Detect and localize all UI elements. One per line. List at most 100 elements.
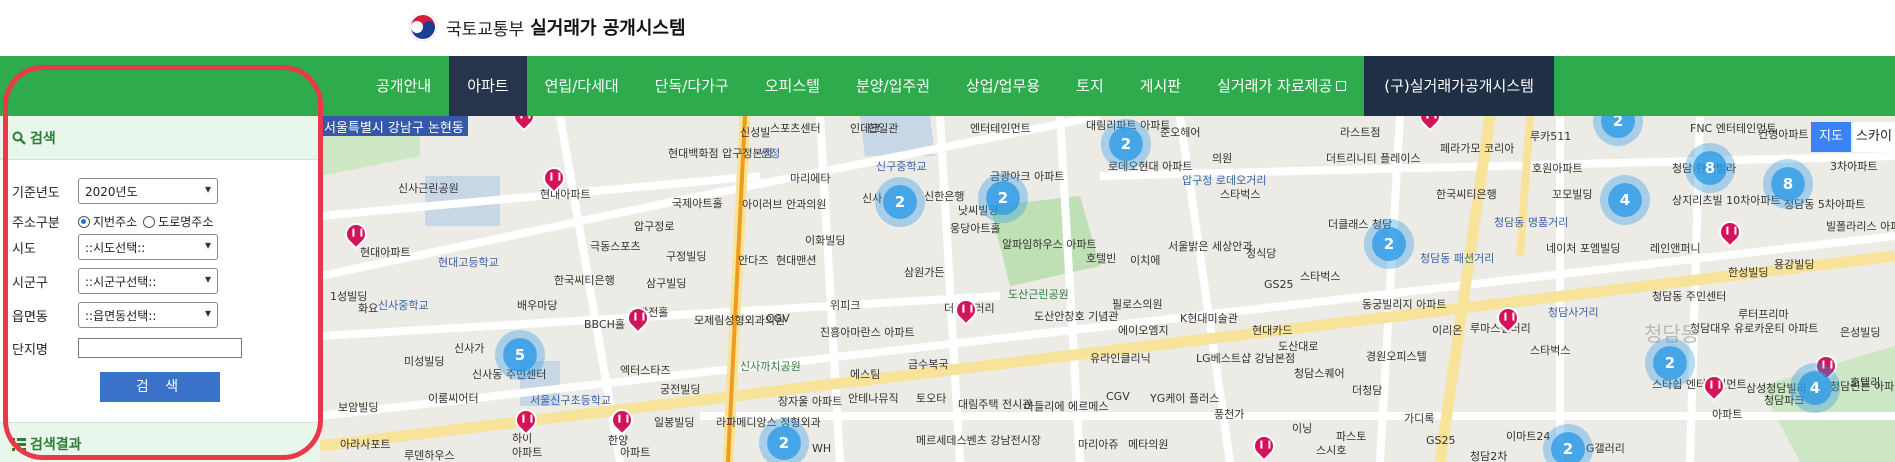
map-place-label: 스타벅스: [1530, 344, 1571, 357]
transaction-cluster[interactable]: 4: [1608, 183, 1642, 217]
map-place-label: 청담동 패션거리: [1420, 252, 1495, 265]
map-place-label: 신사: [862, 192, 883, 205]
transaction-cluster[interactable]: 2: [1372, 227, 1406, 261]
nav-item-4[interactable]: 오피스텔: [747, 56, 838, 116]
map-place-label: 루카511: [1530, 130, 1572, 143]
address-type-row: 주소구분 지번주소 도로명주소: [12, 212, 219, 231]
map-place-label: 국제아트홀: [672, 197, 723, 210]
nav-item-2[interactable]: 연립/다세대: [527, 56, 637, 116]
transaction-cluster[interactable]: 4: [1798, 371, 1832, 405]
search-panel: 검색 기준년도 2020년도 주소구분 지번주소 도로명주소 시도 ::시도선택…: [0, 116, 320, 462]
map-place-label: 청담동: [1644, 322, 1700, 346]
map-place-label: 아파트: [512, 446, 543, 459]
map-place-label: 현대아파트: [360, 246, 411, 259]
system-name: 실거래가 공개시스템: [530, 18, 686, 39]
map-place-label: 레인앤퍼니: [1650, 242, 1701, 255]
complex-label: 단지명: [12, 342, 48, 358]
map-place-label: 엔터테인먼트: [970, 122, 1031, 135]
map-place-label: 에이오엠지: [1118, 324, 1169, 337]
transaction-cluster[interactable]: 5: [503, 338, 537, 372]
road-address-label[interactable]: 도로명주소: [158, 213, 213, 230]
map-place-label: 안다즈: [738, 254, 769, 267]
map-type-map-button[interactable]: 지도: [1811, 122, 1851, 152]
map-place-label: 일봉빌딩: [654, 416, 695, 429]
map-place-label: 준오헤어: [1160, 126, 1201, 139]
map-place-label: 보암빌딩: [338, 401, 379, 414]
map-place-label: 서울밝은 세상안과: [1168, 240, 1253, 253]
transaction-cluster[interactable]: 8: [1693, 151, 1727, 185]
map-place-label: 한국씨티은행: [554, 274, 615, 287]
jibun-address-label[interactable]: 지번주소: [93, 213, 137, 230]
nav-item-label: 아파트: [467, 77, 509, 95]
sigungu-label: 시군구: [12, 275, 48, 291]
map-place-label: 신사중학교: [378, 299, 429, 312]
nav-item-10[interactable]: (구)실거래가공개시스템: [1364, 56, 1554, 116]
map-place-label: 웅당아트홀: [950, 222, 1001, 235]
sido-select[interactable]: ::시도선택::: [78, 234, 218, 260]
nav-item-6[interactable]: 상업/업무용: [948, 56, 1058, 116]
map-place-label: 청담동 주민센터: [1652, 290, 1727, 303]
nav-item-3[interactable]: 단독/다가구: [637, 56, 747, 116]
jibun-address-radio[interactable]: [78, 215, 90, 228]
map-place-label: 아파트: [1712, 408, 1743, 421]
transaction-cluster[interactable]: 2: [1551, 432, 1585, 462]
map-place-label: 현대맨션: [776, 254, 817, 267]
map-place-label: 스타벅스: [1300, 270, 1341, 283]
map-type-skyview-button[interactable]: 스카이: [1853, 122, 1895, 152]
map-place-label: 더청담: [1352, 384, 1383, 397]
main-nav-bar: 공개안내 아파트 연립/다세대 단독/다가구 오피스텔 분양/입주권 상업/업무용 토지 게시판…: [0, 56, 1895, 116]
transaction-cluster[interactable]: 2: [767, 426, 801, 460]
transaction-cluster[interactable]: 2: [883, 185, 917, 219]
map-place-label: 현대카드: [1252, 324, 1293, 337]
map-place-label: 상지리츠빌 10차아파트: [1672, 194, 1781, 207]
map-place-label: 정식당: [1246, 247, 1277, 260]
complex-row: 단지명: [12, 338, 242, 358]
map-place-label: 이치에: [1130, 254, 1161, 267]
nav-item-5[interactable]: 분양/입주권: [838, 56, 948, 116]
map-place-label: 삼구빌딩: [646, 277, 687, 290]
map-place-label: 빌폴라리스 아파트: [1826, 220, 1895, 233]
transaction-cluster[interactable]: 8: [1771, 167, 1805, 201]
transaction-cluster[interactable]: 2: [1653, 346, 1687, 380]
nav-item-1[interactable]: 아파트: [449, 56, 527, 116]
map-place-label: 진흥아마란스 아파트: [820, 326, 915, 339]
map-place-label: 청담대우 유로카운티 아파트: [1690, 322, 1819, 335]
transaction-cluster[interactable]: 2: [986, 181, 1020, 215]
nav-item-label: 오피스텔: [764, 77, 820, 95]
transaction-cluster[interactable]: 2: [1109, 127, 1143, 161]
site-logo[interactable]: 국토교통부 실거래가 공개시스템: [408, 11, 686, 43]
map-place-label: 선정: [760, 147, 781, 160]
sigungu-select[interactable]: ::시군구선택::: [78, 268, 218, 294]
year-select[interactable]: 2020년도: [78, 178, 218, 204]
map-place-label: 가디록: [1404, 412, 1435, 425]
nav-item-9[interactable]: 실거래가 자료제공: [1199, 56, 1364, 116]
search-title: 검색: [12, 128, 56, 148]
search-button[interactable]: 검 색: [100, 372, 220, 402]
nav-item-label: (구)실거래가공개시스템: [1384, 77, 1534, 95]
nav-item-7[interactable]: 토지: [1058, 56, 1122, 116]
map-place-label: 서울신구초등학교: [530, 394, 611, 407]
map-place-label: 인데크: [850, 122, 881, 135]
map-place-label: 도산근린공원: [1008, 288, 1069, 301]
map-place-label: 극동스포츠: [590, 240, 641, 253]
complex-name-input[interactable]: [78, 338, 242, 358]
map-place-label: YG케이 플러스: [1150, 392, 1220, 405]
nav-item-label: 실거래가 자료제공: [1217, 77, 1333, 95]
map-place-label: 스포츠센터: [770, 122, 821, 135]
nav-item-label: 단독/다가구: [654, 77, 729, 95]
search-title-text: 검색: [30, 131, 56, 147]
dong-select[interactable]: ::읍면동선택::: [78, 302, 218, 328]
map-place-label: 마리아쥬: [1078, 438, 1119, 451]
map-place-label: 엑터스타즈: [620, 364, 671, 377]
nav-item-label: 분양/입주권: [855, 77, 930, 95]
nav-item-8[interactable]: 게시판: [1122, 56, 1199, 116]
road-address-radio[interactable]: [143, 215, 156, 228]
nav-item-label: 연립/다세대: [544, 77, 619, 95]
map-place-label: 신성빌: [740, 126, 771, 139]
nav-item-label: 공개안내: [376, 77, 432, 95]
map-place-label: 신사근린공원: [398, 182, 459, 195]
sido-row: 시도 ::시도선택::: [12, 234, 218, 260]
map-place-label: 청담동 명품거리: [1494, 216, 1569, 229]
nav-item-0[interactable]: 공개안내: [358, 56, 449, 116]
map-place-label: 라파메디앙스 정형외과: [716, 416, 821, 429]
